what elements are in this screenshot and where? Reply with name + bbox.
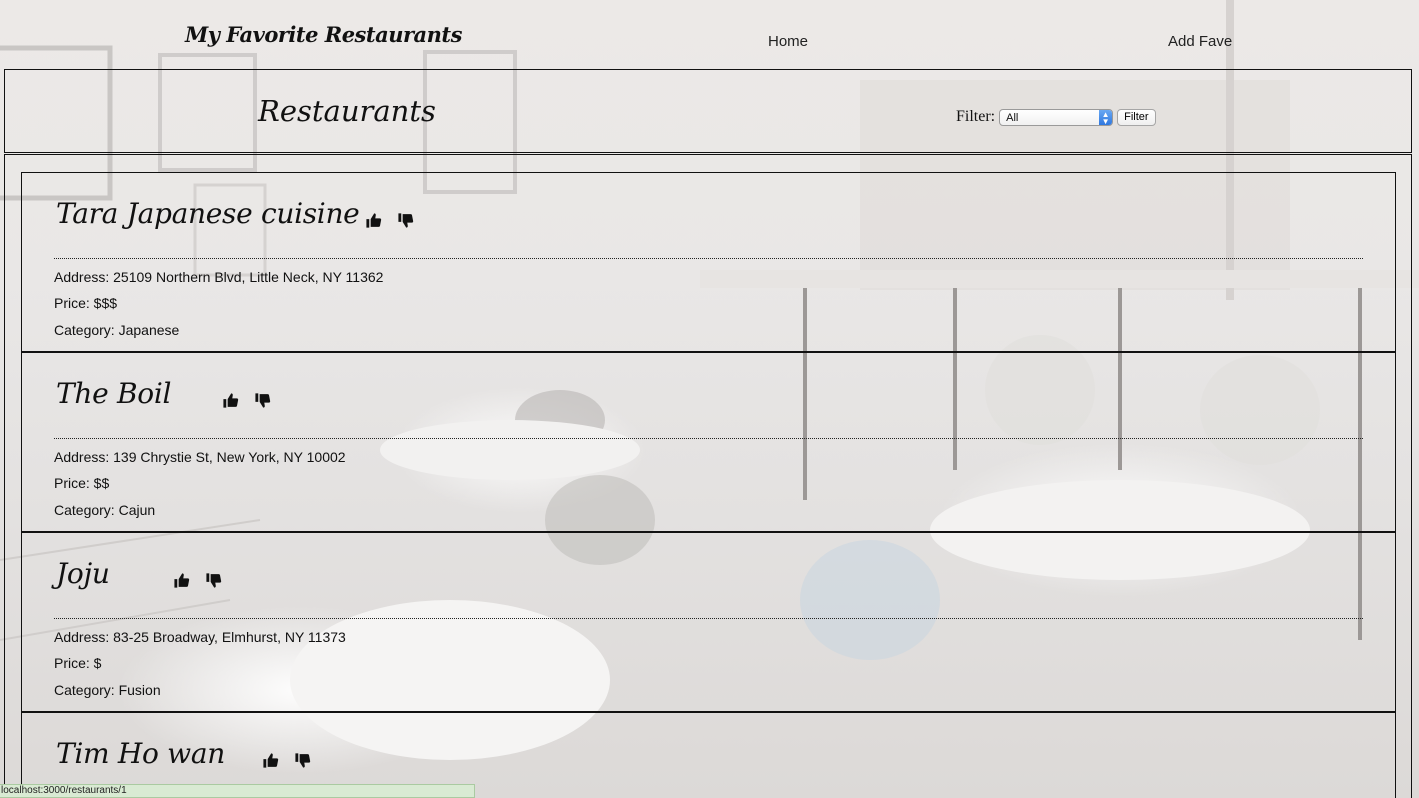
restaurant-address: Address: 83-25 Broadway, Elmhurst, NY 11… — [54, 629, 346, 645]
thumbs-down-icon[interactable] — [251, 389, 273, 411]
thumbs-up-icon[interactable] — [170, 569, 192, 591]
filter-selected-value: All — [1006, 111, 1019, 124]
filter-select[interactable]: All ▲ ▼ — [999, 108, 1114, 126]
browser-status-bar: localhost:3000/restaurants/1 — [0, 784, 475, 798]
thumbs-down-icon[interactable] — [202, 569, 224, 591]
restaurant-card: Tara Japanese cuisine Address: 25109 Nor… — [21, 172, 1396, 352]
restaurant-price: Price: $$$ — [54, 295, 118, 311]
restaurant-price: Price: $ — [54, 655, 102, 671]
restaurant-name[interactable]: Tara Japanese cuisine — [56, 197, 360, 230]
restaurant-name[interactable]: The Boil — [56, 377, 171, 410]
title-bar: Restaurants Filter: All ▲ ▼ Filter — [4, 69, 1412, 153]
restaurant-card: The Boil Address: 139 Chrystie St, New Y… — [21, 352, 1396, 532]
thumbs-down-icon[interactable] — [291, 749, 313, 771]
restaurant-name[interactable]: Tim Ho wan — [56, 737, 225, 770]
nav-home-link[interactable]: Home — [768, 33, 808, 50]
restaurant-address: Address: 139 Chrystie St, New York, NY 1… — [54, 449, 346, 465]
filter-form: Filter: All ▲ ▼ Filter — [956, 108, 1156, 126]
thumbs-up-icon[interactable] — [259, 749, 281, 771]
brand-logo[interactable]: My Favorite Restaurants — [185, 22, 462, 47]
restaurant-category: Category: Cajun — [54, 502, 156, 518]
restaurant-address: Address: 25109 Northern Blvd, Little Nec… — [54, 269, 384, 285]
thumbs-up-icon[interactable] — [362, 209, 384, 231]
select-arrows-icon: ▲ ▼ — [1099, 109, 1113, 125]
divider — [54, 438, 1363, 439]
divider — [54, 258, 1363, 259]
nav-add-fave-link[interactable]: Add Fave — [1168, 33, 1232, 50]
filter-button[interactable]: Filter — [1117, 108, 1156, 126]
filter-label: Filter: — [956, 108, 996, 125]
restaurant-category: Category: Japanese — [54, 322, 180, 338]
page: My Favorite Restaurants Home Add Fave Re… — [0, 0, 1419, 798]
restaurant-price: Price: $$ — [54, 475, 110, 491]
thumbs-down-icon[interactable] — [394, 209, 416, 231]
restaurant-card: Joju Address: 83-25 Broadway, Elmhurst, … — [21, 532, 1396, 712]
restaurant-category: Category: Fusion — [54, 682, 161, 698]
thumbs-up-icon[interactable] — [219, 389, 241, 411]
restaurant-name[interactable]: Joju — [56, 557, 110, 590]
page-title: Restaurants — [258, 94, 436, 128]
divider — [54, 618, 1363, 619]
